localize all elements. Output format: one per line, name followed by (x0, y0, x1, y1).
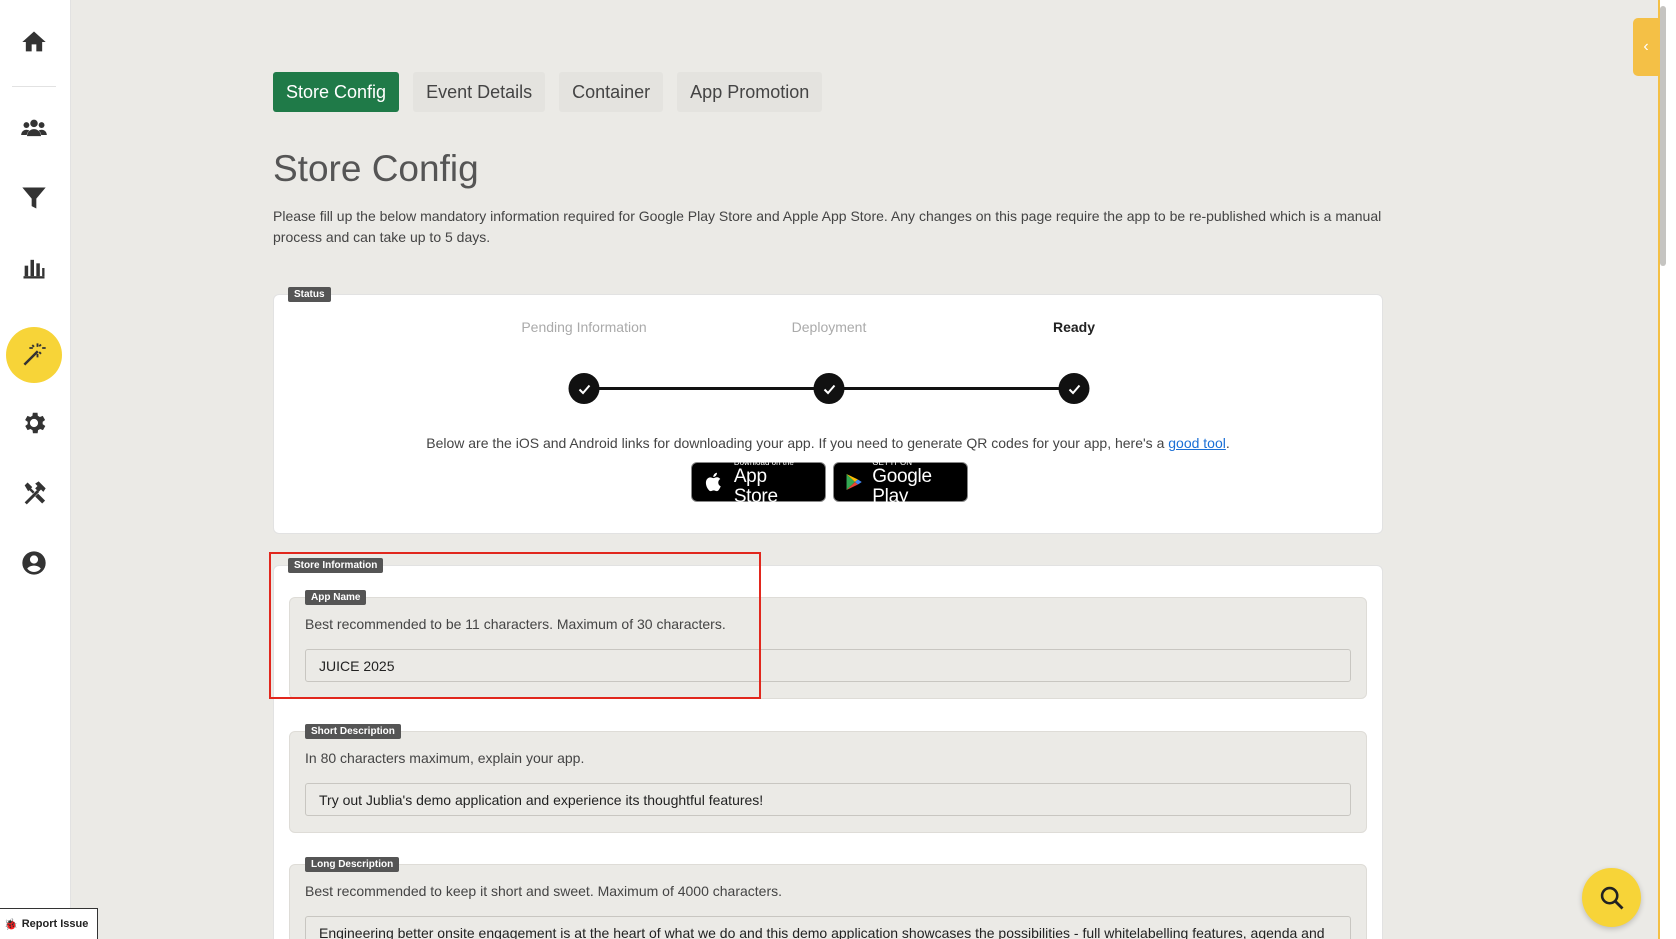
long-description-legend: Long Description (305, 857, 400, 872)
status-stepper: Pending Information Deployment Ready (274, 295, 1382, 415)
scrollbar-thumb[interactable] (1660, 6, 1666, 266)
google-play-big-text: Google Play (872, 465, 932, 507)
step-label-deployment: Deployment (791, 319, 867, 335)
download-text-suffix: . (1225, 435, 1230, 451)
short-description-input[interactable]: Try out Jublia's demo application and ex… (305, 783, 1351, 816)
app-store-text: Download on the App Store (734, 458, 815, 507)
download-text: Below are the iOS and Android links for … (426, 435, 1165, 451)
step-label-pending: Pending Information (521, 319, 647, 335)
google-play-icon (846, 473, 862, 491)
home-icon (22, 31, 46, 52)
app-store-badge[interactable]: Download on the App Store (691, 458, 826, 506)
search-button[interactable] (1582, 868, 1641, 927)
app-name-help: Best recommended to be 11 characters. Ma… (305, 616, 726, 632)
page-title: Store Config (273, 148, 479, 189)
long-description-help: Best recommended to keep it short and sw… (305, 883, 783, 899)
sidebar-item-analytics[interactable] (6, 240, 62, 296)
sidebar-item-filter[interactable] (6, 170, 62, 226)
panel-toggle-button[interactable]: ‹ (1633, 18, 1659, 76)
sidebar (0, 0, 71, 939)
app-store-big-text: App Store (733, 465, 778, 507)
app-name-input[interactable]: JUICE 2025 (305, 649, 1351, 682)
chevron-left-icon: ‹ (1643, 38, 1649, 55)
sidebar-item-home[interactable] (6, 14, 62, 70)
app-name-legend: App Name (305, 590, 367, 605)
check-icon (823, 384, 835, 394)
short-description-help: In 80 characters maximum, explain your a… (305, 750, 585, 766)
bug-icon: 🐞 (4, 918, 18, 931)
account-icon (22, 551, 46, 575)
store-information-card: Store Information App Name Best recommen… (273, 558, 1383, 939)
short-description-legend: Short Description (305, 724, 401, 739)
google-play-badge[interactable]: GET IT ON Google Play (833, 458, 968, 506)
check-icon (578, 384, 590, 394)
tab-store-config[interactable]: Store Config (273, 72, 400, 112)
search-icon (1600, 886, 1623, 909)
long-description-field-group: Long Description Best recommended to kee… (289, 857, 1367, 939)
tab-app-promotion[interactable]: App Promotion (677, 72, 823, 112)
tab-container[interactable]: Container (559, 72, 664, 112)
good-tool-link[interactable]: good tool (1168, 435, 1226, 451)
filter-icon (22, 187, 46, 209)
sidebar-item-settings[interactable] (6, 395, 62, 451)
gear-icon (25, 412, 46, 434)
sidebar-item-account[interactable] (6, 535, 62, 591)
scrollbar[interactable] (1660, 0, 1668, 939)
long-description-input[interactable]: Engineering better onsite engagement is … (305, 916, 1351, 939)
sidebar-item-app-builder[interactable] (6, 327, 62, 383)
tab-event-details[interactable]: Event Details (413, 72, 546, 112)
tools-icon (24, 481, 46, 505)
apple-icon (705, 472, 721, 492)
status-card: Status Pending Information Deployment Re… (273, 287, 1383, 534)
download-instructions: Below are the iOS and Android links for … (274, 435, 1382, 451)
tab-bar: Store Config Event Details Container App… (273, 72, 823, 112)
users-icon (21, 119, 47, 137)
short-description-field-group: Short Description In 80 characters maxim… (289, 724, 1367, 833)
app-name-field-group: App Name Best recommended to be 11 chara… (289, 590, 1367, 699)
bar-chart-icon (23, 259, 45, 279)
main-content: Store Config Event Details Container App… (71, 0, 1660, 939)
check-icon (1068, 384, 1080, 394)
magic-wand-icon (23, 343, 46, 366)
sidebar-divider (12, 86, 56, 87)
sidebar-item-tools[interactable] (6, 465, 62, 521)
step-dot-ready (1058, 373, 1090, 404)
step-dot-deployment (813, 373, 845, 404)
page-description: Please fill up the below mandatory infor… (273, 208, 1382, 245)
step-dot-pending (568, 373, 600, 404)
google-play-text: GET IT ON Google Play (872, 458, 957, 507)
step-label-ready: Ready (1052, 319, 1096, 335)
store-information-legend: Store Information (288, 558, 384, 573)
sidebar-item-users[interactable] (6, 100, 62, 156)
